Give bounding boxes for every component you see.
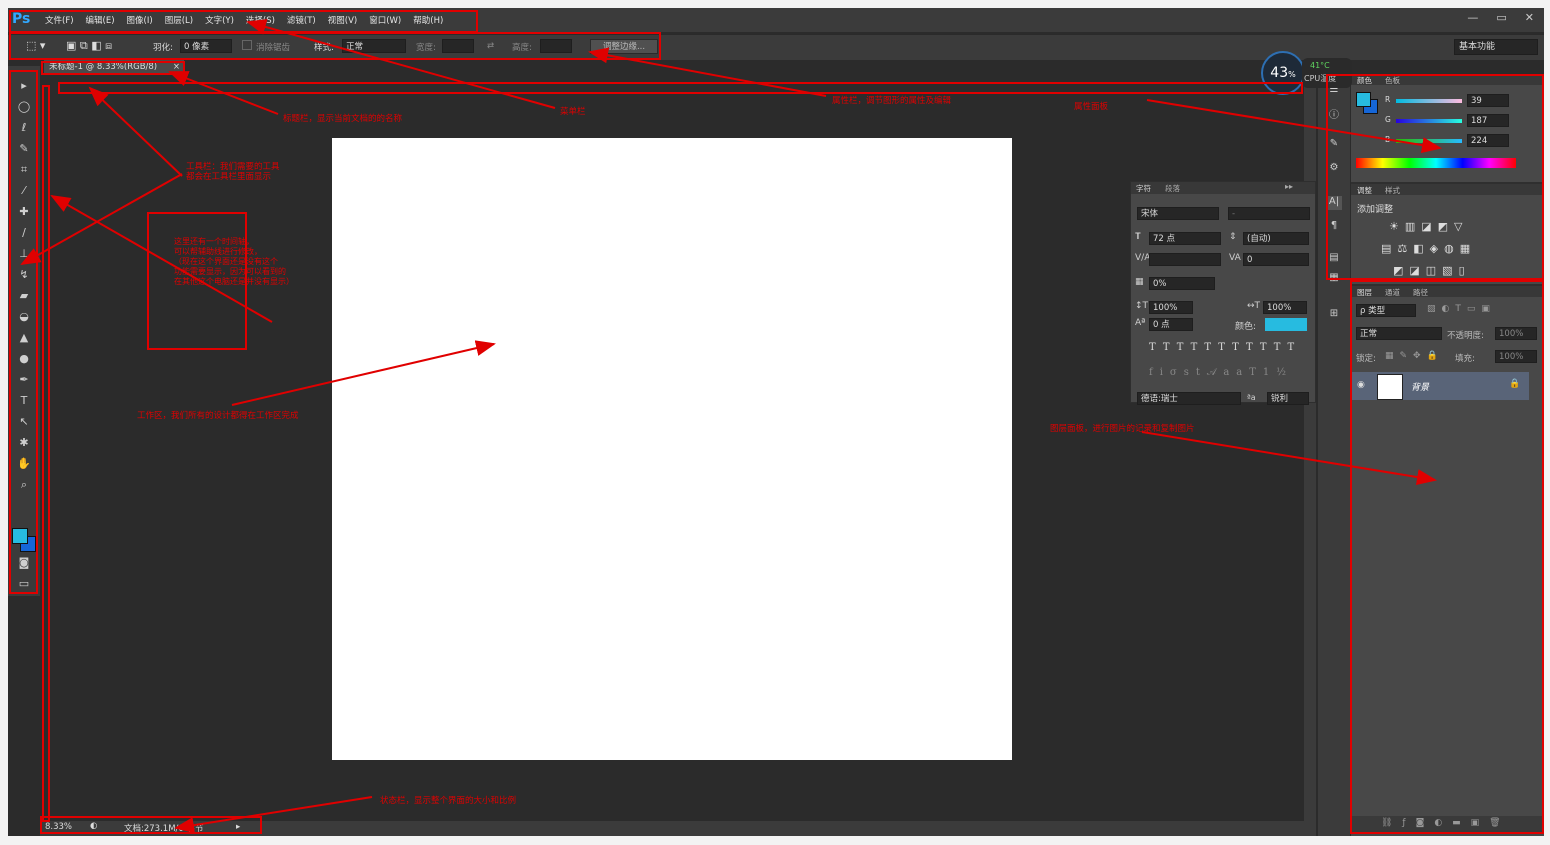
language-select[interactable]: 德语:瑞士	[1137, 392, 1241, 405]
opentype-buttons[interactable]: fiσst𝒜aaT1½	[1149, 367, 1293, 378]
horizontal-scale-field[interactable]: 100%	[1263, 301, 1307, 314]
annotation-toolbar: 工具栏：我们需要的工具 都会在工具栏里面显示	[186, 162, 280, 182]
annotation-layers: 图层面板，进行图片的记录和复制图片	[1050, 424, 1195, 434]
annotation-status-bar: 状态栏，显示整个界面的大小和比例	[380, 796, 517, 806]
toolbar-highlight	[9, 70, 38, 594]
ruler-highlight	[58, 82, 1303, 94]
font-style-select[interactable]: -	[1228, 207, 1310, 220]
font-size-field[interactable]: 72 点	[1149, 232, 1221, 245]
close-button[interactable]: ✕	[1525, 11, 1534, 24]
antialias-label: ªa	[1247, 393, 1256, 402]
document-canvas[interactable]	[332, 138, 1012, 760]
status-bar-highlight	[40, 816, 262, 834]
tsume-field[interactable]: 0%	[1149, 277, 1215, 290]
tracking-field[interactable]: 0	[1243, 253, 1309, 266]
annotation-title-bar: 标题栏，显示当前文档的的名称	[283, 114, 403, 124]
horizontal-scale-icon: ↔T	[1247, 301, 1261, 311]
doc-tab-highlight	[41, 61, 185, 75]
vertical-scale-icon: ↕T	[1135, 301, 1149, 311]
window-controls: — ▭ ✕	[1467, 11, 1534, 24]
cpu-usage-unit: %	[1288, 70, 1296, 79]
kerning-field[interactable]	[1149, 253, 1221, 266]
annotation-menu-bar: 菜单栏	[560, 107, 586, 117]
restore-button[interactable]: ▭	[1496, 11, 1506, 24]
photoshop-window: Ps 文件(F) 编辑(E) 图像(I) 图层(L) 文字(Y) 选择(S) 滤…	[8, 8, 1544, 836]
font-size-icon: 𝐓	[1135, 232, 1141, 242]
tab-paragraph[interactable]: 段落	[1165, 183, 1180, 194]
leading-field[interactable]: (自动)	[1243, 232, 1309, 245]
annotation-tips: 这里还有一个时间轴， 可以帮辅助线进行修改， （现在这个界面还是没有这个 功能需…	[174, 237, 294, 286]
antialias-select[interactable]: 锐利	[1267, 392, 1309, 405]
foreground-color-swatch[interactable]	[12, 528, 28, 544]
annotation-options-bar: 属性栏，调节图形的属性及编辑	[832, 96, 952, 106]
annotation-props-panel: 属性面板	[1074, 102, 1109, 112]
actions-icon[interactable]: ⊞	[1326, 308, 1342, 322]
text-color-swatch[interactable]	[1265, 318, 1307, 331]
annotation-workspace: 工作区，我们所有的设计都得在工作区完成	[137, 411, 299, 421]
vertical-ruler-highlight	[42, 85, 50, 822]
minimize-button[interactable]: —	[1467, 11, 1478, 24]
tracking-icon: VA	[1229, 253, 1241, 263]
character-panel-header: 字符 段落 ▸▸	[1131, 182, 1315, 194]
menu-bar-highlight	[9, 10, 478, 33]
cpu-usage-value: 43	[1270, 65, 1289, 81]
vertical-scale-field[interactable]: 100%	[1149, 301, 1193, 314]
cpu-temp-value: 41°C	[1310, 61, 1330, 70]
leading-icon: ⇕	[1229, 232, 1237, 242]
character-panel: 字符 段落 ▸▸ 宋体 - 𝐓 72 点 ⇕ (自动) V/A VA 0 ▦ 0…	[1130, 181, 1316, 405]
font-family-select[interactable]: 宋体	[1137, 207, 1219, 220]
options-bar-highlight	[9, 32, 661, 60]
baseline-shift-icon: Aª	[1135, 318, 1146, 328]
text-style-buttons[interactable]: TTTTTTTTTTT	[1149, 342, 1301, 353]
color-fg-swatch[interactable]	[1356, 92, 1371, 107]
panel-collapse-icon[interactable]: ▸▸	[1285, 182, 1293, 191]
baseline-shift-field[interactable]: 0 点	[1149, 318, 1193, 331]
text-color-label: 颜色:	[1235, 322, 1257, 332]
tsume-icon: ▦	[1135, 277, 1144, 287]
layers-panel-highlight	[1350, 280, 1544, 834]
workspace-select[interactable]: 基本功能	[1454, 39, 1538, 55]
tab-character[interactable]: 字符	[1136, 183, 1151, 194]
